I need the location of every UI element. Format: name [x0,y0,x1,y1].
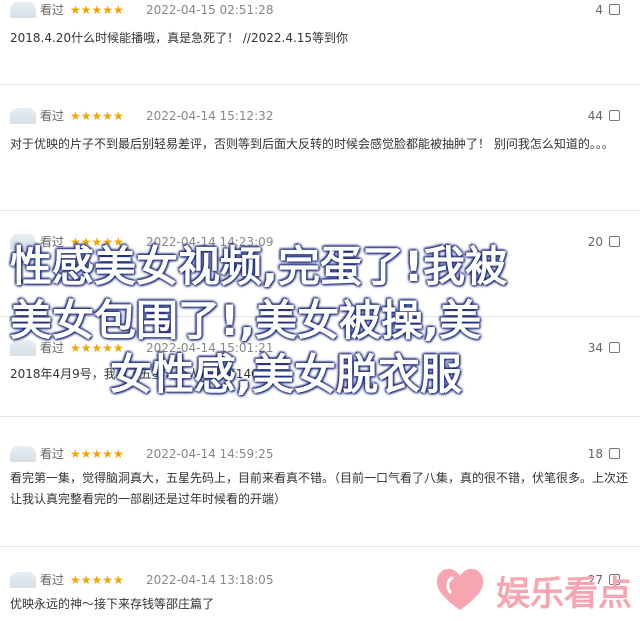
review-meta: 看过 ★★★★★ 2022-04-14 14:59:25 18 [10,444,630,464]
useful-count: 34 [587,341,603,355]
review-date: 2022-04-14 14:59:25 [146,447,274,461]
useful-vote[interactable]: 4 [595,0,620,20]
watch-status: 看过 [40,573,65,587]
useful-vote[interactable]: 44 [588,106,620,126]
review-date: 2022-04-14 15:12:32 [146,109,274,123]
useful-vote[interactable]: 20 [588,232,620,252]
avatar[interactable] [10,446,36,462]
thumbs-up-icon[interactable] [609,448,620,459]
useful-vote[interactable]: 34 [588,338,620,358]
thumbs-up-icon[interactable] [609,342,620,353]
useful-count: 44 [587,109,603,123]
avatar[interactable] [10,572,36,588]
divider [0,210,640,211]
useful-vote[interactable]: 18 [588,444,620,464]
star-rating: ★★★★★ [70,447,124,461]
thumbs-up-icon[interactable] [609,4,620,15]
avatar[interactable] [10,2,36,18]
useful-count: 18 [587,447,603,461]
review-text: 对于优映的片子不到最后别轻易差评，否则等到后面大反转的时候会感觉脸都能被抽肿了！… [10,137,614,151]
review-meta: 看过 ★★★★★ 2022-04-15 02:51:28 4 [10,0,630,20]
star-rating: ★★★★★ [70,573,124,587]
overlay-line: 美女包围了!,美女被操,美 [10,296,482,345]
useful-count: 4 [595,3,603,17]
useful-count: 20 [587,235,603,249]
review-meta: 看过 ★★★★★ 2022-04-14 15:12:32 44 [10,106,630,126]
overlay-line: 性感美女视频,完蛋了!我被 [10,242,508,291]
watch-status: 看过 [40,447,65,461]
star-rating: ★★★★★ [70,3,124,17]
thumbs-up-icon[interactable] [609,236,620,247]
watch-status: 看过 [40,3,65,17]
watermark: 娱乐看点 [430,558,640,621]
divider [0,416,640,417]
avatar[interactable] [10,108,36,124]
heart-logo-icon [436,568,484,610]
review-date: 2022-04-14 13:18:05 [146,573,274,587]
watermark-text: 娱乐看点 [496,574,632,614]
star-rating: ★★★★★ [70,109,124,123]
review-text: 看完第一集，觉得脑洞真大，五星先码上，目前来看真不错。（目前一口气看了八集，真的… [10,471,629,506]
divider [0,546,640,547]
review-date: 2022-04-15 02:51:28 [146,3,274,17]
overlay-line: 女性感,美女脱衣服 [110,350,462,399]
divider [0,84,640,85]
review-text: 2018.4.20什么时候能播哦，真是急死了！ //2022.4.15等到你 [10,31,349,45]
thumbs-up-icon[interactable] [609,110,620,121]
watch-status: 看过 [40,109,65,123]
